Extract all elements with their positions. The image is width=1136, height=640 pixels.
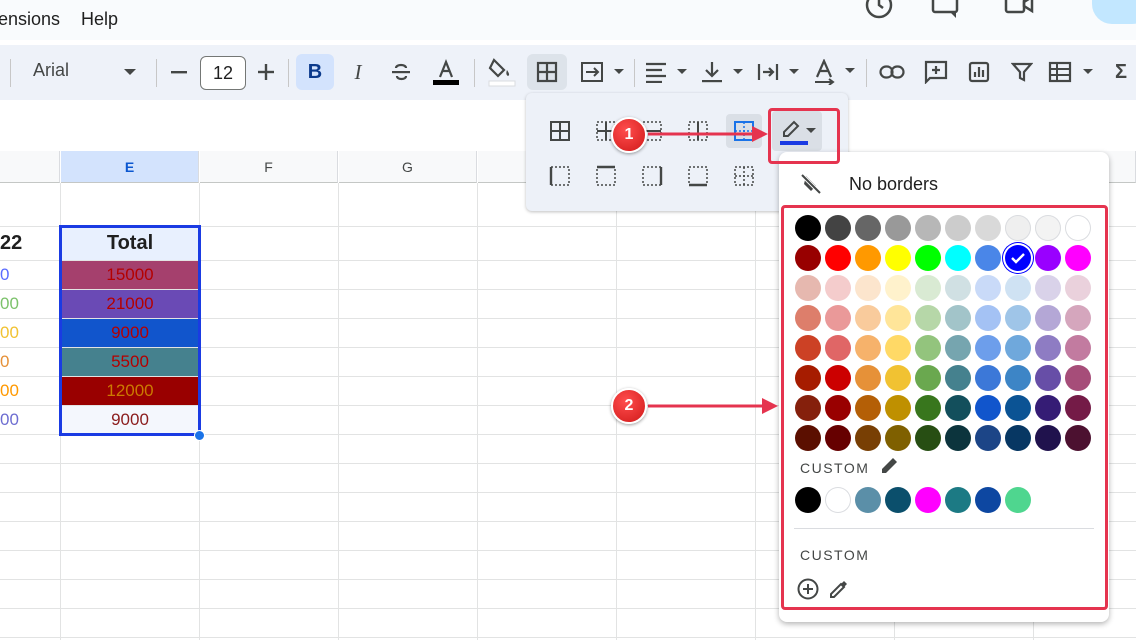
font-size-input[interactable]: 12 [200, 56, 246, 90]
left-border-icon[interactable] [542, 159, 578, 193]
clear-borders-icon[interactable] [726, 159, 762, 193]
horizontal-align-icon[interactable] [642, 54, 690, 90]
right-border-icon[interactable] [634, 159, 670, 193]
insert-comment-icon[interactable] [918, 54, 954, 90]
column-header-d[interactable] [0, 151, 60, 183]
top-border-icon[interactable] [588, 159, 624, 193]
all-borders-icon[interactable] [542, 114, 578, 148]
cell-d-value[interactable]: 00 [0, 319, 60, 347]
bold-button[interactable]: B [296, 54, 334, 90]
no-borders-label: No borders [849, 173, 939, 194]
share-button[interactable] [1092, 0, 1136, 24]
annotation-badge-1: 1 [611, 117, 647, 153]
meet-icon[interactable] [1002, 0, 1036, 22]
bottom-border-icon[interactable] [680, 159, 716, 193]
history-icon[interactable] [862, 0, 896, 22]
fill-color-icon[interactable] [482, 54, 520, 90]
column-header-e[interactable]: E [61, 151, 199, 183]
cell-d-value[interactable]: 00 [0, 290, 60, 318]
annotation-badge-2: 2 [611, 388, 647, 424]
borders-icon[interactable] [527, 54, 567, 90]
column-header-g[interactable]: G [339, 151, 477, 183]
grid-line [0, 637, 1136, 638]
no-color-icon [800, 173, 822, 195]
functions-button[interactable]: Σ [1106, 54, 1136, 90]
menu-help[interactable]: Help [81, 9, 118, 30]
menu-extensions[interactable]: ensions [0, 9, 60, 30]
toolbar-divider [10, 59, 11, 87]
filter-icon[interactable] [1004, 54, 1040, 90]
cell-d-value[interactable]: 0 [0, 261, 60, 289]
toolbar-divider [866, 59, 867, 87]
column-header-f[interactable]: F [200, 151, 338, 183]
toolbar: Arial B I Σ [0, 45, 1136, 100]
toolbar-divider [634, 59, 635, 87]
increase-font-size-button[interactable] [253, 54, 279, 90]
chevron-down-icon[interactable] [118, 54, 142, 90]
annotation-arrow-2 [648, 398, 778, 414]
grid-line [338, 183, 339, 640]
text-rotation-icon[interactable] [810, 54, 858, 90]
toolbar-divider [156, 59, 157, 87]
comments-icon[interactable] [928, 0, 962, 22]
cell-d-value[interactable]: 0 [0, 348, 60, 376]
strikethrough-button[interactable] [384, 54, 418, 90]
table-view-icon[interactable] [1046, 54, 1098, 90]
vertical-align-icon[interactable] [698, 54, 746, 90]
italic-button[interactable]: I [341, 54, 375, 90]
menu-bar: ensions Help [0, 0, 1136, 40]
decrease-font-size-button[interactable] [166, 54, 192, 90]
cell-d-value[interactable]: 00 [0, 406, 60, 434]
merge-cells-icon[interactable] [576, 54, 628, 90]
text-wrapping-icon[interactable] [754, 54, 802, 90]
text-color-button[interactable] [428, 54, 464, 90]
font-family-select[interactable]: Arial [33, 60, 69, 81]
grid-line [477, 183, 478, 640]
fill-handle[interactable] [194, 430, 205, 441]
annotation-arrow-1 [648, 126, 768, 142]
no-borders-option[interactable]: No borders [799, 172, 938, 196]
insert-chart-icon[interactable] [961, 54, 997, 90]
cell-d-value[interactable]: 00 [0, 377, 60, 405]
toolbar-divider [288, 59, 289, 87]
annotation-box-1 [768, 108, 840, 164]
toolbar-divider [474, 59, 475, 87]
selection-range [59, 225, 201, 436]
insert-link-icon[interactable] [874, 54, 910, 90]
cell-d-header[interactable]: 22 [0, 227, 60, 260]
annotation-box-2 [781, 205, 1108, 610]
